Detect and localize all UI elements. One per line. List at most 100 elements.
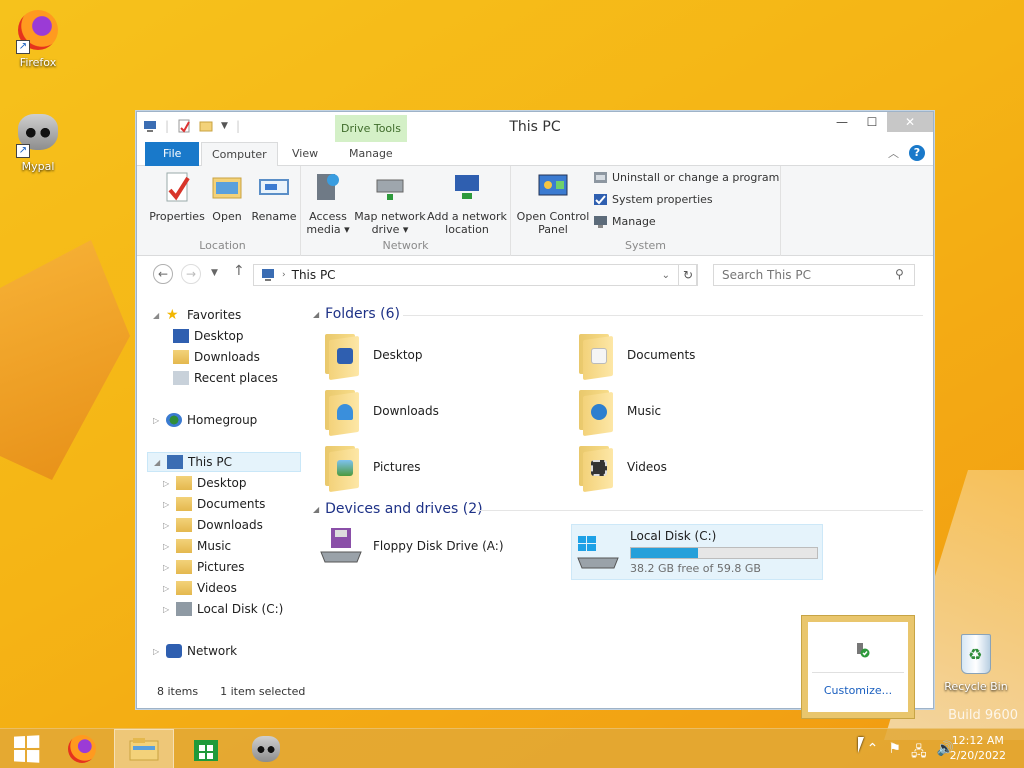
tree-item-recent-places[interactable]: Recent places xyxy=(173,368,278,388)
drive-local-disk-c[interactable]: Local Disk (C:) 38.2 GB free of 59.8 GB xyxy=(571,524,823,580)
computer-icon xyxy=(167,455,183,469)
tree-item-pc-videos[interactable]: ▷ Videos xyxy=(163,578,237,598)
tree-item-favorites[interactable]: ◢ ★ Favorites xyxy=(153,305,241,325)
minimize-button[interactable]: — xyxy=(827,112,857,132)
system-properties-icon xyxy=(594,194,607,205)
expand-arrow-icon[interactable]: ▷ xyxy=(163,542,171,551)
taskbar-mypal[interactable] xyxy=(236,729,296,768)
title-bar[interactable]: | ▼ | Drive Tools This PC — ☐ ✕ xyxy=(137,112,933,142)
action-center-flag-icon[interactable]: ⚑ xyxy=(888,741,901,765)
folder-music[interactable]: Music xyxy=(577,388,661,437)
expand-arrow-icon[interactable]: ▷ xyxy=(163,584,171,593)
search-icon: ⚲ xyxy=(895,267,904,281)
rename-button[interactable]: Rename xyxy=(249,170,299,223)
collapse-ribbon-chevron-icon[interactable]: ︿ xyxy=(888,145,899,161)
ribbon-group-location: Properties Open Rename Location xyxy=(145,166,301,256)
folder-documents[interactable]: Documents xyxy=(577,332,695,381)
open-button[interactable]: Open xyxy=(205,170,249,223)
breadcrumb-chevron-icon[interactable]: › xyxy=(282,270,286,280)
start-button[interactable] xyxy=(0,729,52,768)
documents-folder-icon xyxy=(577,332,613,381)
properties-button[interactable]: Properties xyxy=(149,170,205,223)
maximize-button[interactable]: ☐ xyxy=(857,112,887,132)
up-button[interactable]: ↑ xyxy=(233,263,245,279)
folder-videos[interactable]: Videos xyxy=(577,444,667,493)
tree-item-downloads[interactable]: Downloads xyxy=(173,347,260,367)
system-tray: ⌃ ⚑ 🖧 🔊 xyxy=(867,741,954,765)
expand-arrow-icon[interactable]: ▷ xyxy=(153,647,161,656)
tree-item-pc-desktop[interactable]: ▷ Desktop xyxy=(163,473,247,493)
recent-places-icon xyxy=(173,371,189,385)
desktop-icon-label: Mypal xyxy=(21,160,55,173)
folder-desktop[interactable]: Desktop xyxy=(323,332,423,381)
network-status-icon[interactable]: 🖧 xyxy=(911,741,927,765)
expand-arrow-icon[interactable]: ▷ xyxy=(163,479,171,488)
drive-floppy[interactable]: Floppy Disk Drive (A:) xyxy=(319,526,504,566)
tab-manage[interactable]: Manage xyxy=(339,142,403,166)
folder-icon xyxy=(176,518,192,532)
tree-item-network[interactable]: ▷ Network xyxy=(153,641,237,661)
tree-item-pc-local-disk[interactable]: ▷ Local Disk (C:) xyxy=(163,599,283,619)
collapse-arrow-icon[interactable]: ◢ xyxy=(154,458,162,467)
tree-item-pc-pictures[interactable]: ▷ Pictures xyxy=(163,557,245,577)
mypal-icon xyxy=(252,736,280,762)
taskbar-clock[interactable]: 12:12 AM 2/20/2022 xyxy=(950,733,1006,763)
desktop-icon-recycle-bin[interactable]: Recycle Bin xyxy=(944,632,1008,693)
expand-arrow-icon[interactable]: ▷ xyxy=(163,500,171,509)
windows-drive-icon xyxy=(577,536,619,569)
tab-computer[interactable]: Computer xyxy=(201,142,278,167)
breadcrumb-this-pc[interactable]: This PC xyxy=(292,268,336,282)
map-network-drive-button[interactable]: Map network drive ▾ xyxy=(353,170,427,236)
address-bar[interactable]: › This PC ⌄ xyxy=(253,264,697,286)
build-watermark: Build 9600 xyxy=(948,708,1018,723)
expand-arrow-icon[interactable]: ▷ xyxy=(153,416,161,425)
open-control-panel-button[interactable]: Open Control Panel xyxy=(515,170,591,236)
expand-arrow-icon[interactable]: ▷ xyxy=(163,563,171,572)
taskbar-file-explorer[interactable] xyxy=(114,729,174,768)
recent-locations-chevron-icon[interactable]: ▼ xyxy=(211,268,218,278)
collapse-arrow-icon[interactable]: ◢ xyxy=(313,310,319,319)
system-properties-button[interactable]: System properties xyxy=(593,192,713,207)
collapse-arrow-icon[interactable]: ◢ xyxy=(153,311,161,320)
safely-remove-hardware-icon[interactable] xyxy=(854,642,870,658)
expand-arrow-icon[interactable]: ▷ xyxy=(163,605,171,614)
downloads-folder-icon xyxy=(173,350,189,364)
address-dropdown-chevron-icon[interactable]: ⌄ xyxy=(662,270,670,281)
windows-logo-icon xyxy=(14,735,40,763)
desktop-icon-mypal[interactable]: ↗ Mypal xyxy=(8,110,68,173)
taskbar-store[interactable] xyxy=(176,729,236,768)
folder-pictures[interactable]: Pictures xyxy=(323,444,421,493)
desktop-icon-label: Recycle Bin xyxy=(944,680,1008,693)
refresh-button[interactable]: ↻ xyxy=(678,264,698,286)
back-button[interactable]: ← xyxy=(153,264,173,284)
wallpaper-shape-left xyxy=(0,240,130,480)
close-button[interactable]: ✕ xyxy=(887,112,933,132)
tree-item-pc-documents[interactable]: ▷ Documents xyxy=(163,494,265,514)
expand-arrow-icon[interactable]: ▷ xyxy=(163,521,171,530)
tree-item-pc-downloads[interactable]: ▷ Downloads xyxy=(163,515,263,535)
downloads-folder-icon xyxy=(323,388,359,437)
forward-button[interactable]: → xyxy=(181,264,201,284)
add-network-location-button[interactable]: Add a network location xyxy=(427,170,507,236)
devices-group-header[interactable]: ◢ Devices and drives (2) xyxy=(313,501,483,517)
group-label-system: System xyxy=(624,239,667,252)
tree-item-this-pc[interactable]: ◢ This PC xyxy=(147,452,301,472)
uninstall-program-button[interactable]: Uninstall or change a program xyxy=(593,170,779,185)
collapse-arrow-icon[interactable]: ◢ xyxy=(313,505,319,514)
desktop-icon-firefox[interactable]: ↗ Firefox xyxy=(8,8,68,69)
tree-item-homegroup[interactable]: ▷ Homegroup xyxy=(153,410,257,430)
folders-group-header[interactable]: ◢ Folders (6) xyxy=(313,306,400,322)
tab-file[interactable]: File xyxy=(145,142,200,166)
mouse-cursor-icon xyxy=(858,737,870,753)
manage-button[interactable]: Manage xyxy=(593,214,656,229)
tree-item-pc-music[interactable]: ▷ Music xyxy=(163,536,231,556)
customize-link[interactable]: Customize... xyxy=(808,684,908,697)
folder-downloads[interactable]: Downloads xyxy=(323,388,439,437)
access-media-button[interactable]: Access media ▾ xyxy=(305,170,351,236)
section-divider xyxy=(477,510,923,511)
taskbar-firefox[interactable] xyxy=(52,729,112,768)
search-input[interactable] xyxy=(713,264,915,286)
tab-view[interactable]: View xyxy=(282,142,328,166)
help-icon[interactable]: ? xyxy=(909,145,925,161)
tree-item-desktop[interactable]: Desktop xyxy=(173,326,244,346)
